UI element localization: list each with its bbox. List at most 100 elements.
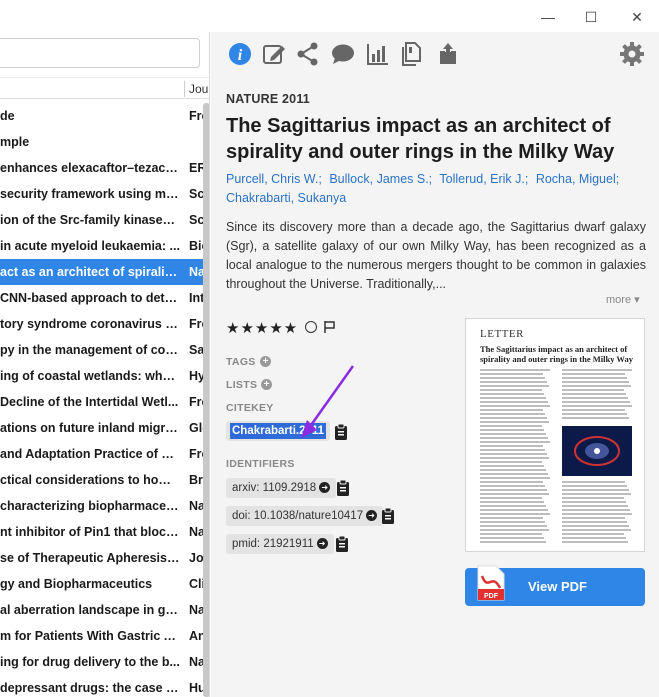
list-item-title: and Adaptation Practice of a ... bbox=[0, 447, 180, 461]
comment-icon[interactable] bbox=[330, 41, 356, 67]
arxiv-identifier-chip[interactable]: arxiv: 1109.2918 ➜ bbox=[226, 478, 337, 498]
list-item-title: ing for drug delivery to the b... bbox=[0, 655, 180, 669]
thumbnail-section-label: LETTER bbox=[480, 328, 524, 340]
abstract-text: Since its discovery more than a decade a… bbox=[226, 220, 646, 291]
minimize-button[interactable]: — bbox=[536, 5, 560, 29]
list-item[interactable]: enhances elexacaftor–tezacaf... ER bbox=[0, 155, 209, 181]
doi-identifier-chip[interactable]: doi: 10.1038/nature10417 ➜ bbox=[226, 506, 384, 526]
list-item[interactable]: characterizing biopharmaceut... Na bbox=[0, 493, 209, 519]
lists-label: LISTS bbox=[226, 379, 258, 391]
thumbnail-text-line bbox=[480, 417, 547, 419]
share-icon[interactable] bbox=[295, 41, 321, 67]
thumbnail-text-line bbox=[562, 389, 624, 391]
thumbnail-text-line bbox=[562, 505, 628, 507]
list-item[interactable]: tory syndrome coronavirus in ...Fro bbox=[0, 311, 209, 337]
thumbnail-text-line bbox=[562, 385, 631, 387]
add-tag-plus-icon[interactable]: + bbox=[260, 356, 271, 367]
author-link[interactable]: Bullock, James S.; bbox=[329, 172, 432, 186]
list-scrollbar[interactable] bbox=[203, 103, 209, 697]
list-item[interactable]: al aberration landscape in gast... Na bbox=[0, 597, 209, 623]
pdf-thumbnail[interactable]: LETTER The Sagittarius impact as an arch… bbox=[465, 318, 645, 552]
list-item[interactable]: ion of the Src-family kinases F...Sci bbox=[0, 207, 209, 233]
info-icon[interactable]: i bbox=[227, 41, 253, 67]
thumbnail-text-line bbox=[480, 485, 545, 487]
thumbnail-text-line bbox=[562, 417, 629, 419]
thumbnail-text-line bbox=[480, 425, 542, 427]
svg-text:i: i bbox=[238, 47, 243, 64]
open-link-arrow-icon[interactable]: ➜ bbox=[316, 538, 328, 550]
view-pdf-button[interactable]: PDF View PDF bbox=[465, 565, 645, 606]
author-list: Purcell, Chris W.; Bullock, James S.; To… bbox=[226, 170, 646, 208]
list-item[interactable]: py in the management of coro... Sa bbox=[0, 337, 209, 363]
list-item[interactable]: nt inhibitor of Pin1 that block... Na bbox=[0, 519, 209, 545]
svg-text:PDF: PDF bbox=[484, 593, 499, 600]
add-list-plus-icon[interactable]: + bbox=[261, 379, 272, 390]
author-link[interactable]: Tollerud, Erik J.; bbox=[439, 172, 528, 186]
author-link[interactable]: Purcell, Chris W.; bbox=[226, 172, 322, 186]
list-item[interactable]: m for Patients With Gastric Ad... An bbox=[0, 623, 209, 649]
thumbnail-text-line bbox=[480, 445, 543, 447]
paper-title: The Sagittarius impact as an architect o… bbox=[226, 115, 615, 163]
settings-gear-icon[interactable] bbox=[619, 41, 645, 67]
list-column-header: Jour bbox=[0, 77, 209, 99]
copy-arxiv-clipboard-icon[interactable] bbox=[335, 479, 351, 497]
open-link-arrow-icon[interactable]: ➜ bbox=[319, 482, 331, 494]
thumbnail-text-line bbox=[562, 413, 627, 415]
search-input[interactable] bbox=[0, 38, 200, 68]
list-item[interactable]: ing of coastal wetlands: what i... Hy bbox=[0, 363, 209, 389]
open-link-arrow-icon[interactable]: ➜ bbox=[366, 510, 378, 522]
list-item[interactable]: in acute myeloid leukaemia: ...Bio bbox=[0, 233, 209, 259]
list-item[interactable]: se of Therapeutic Apheresis in...Jou bbox=[0, 545, 209, 571]
list-item-title: in acute myeloid leukaemia: ... bbox=[0, 239, 180, 253]
list-item[interactable]: act as an architect of spirality ... Na bbox=[0, 259, 209, 285]
thumbnail-text-line bbox=[480, 457, 549, 459]
list-item[interactable]: gy and Biopharmaceutics Cli bbox=[0, 571, 209, 597]
list-item[interactable]: ations on future inland migrat...Glo bbox=[0, 415, 209, 441]
column-separator[interactable] bbox=[184, 81, 185, 97]
thumbnail-text-line bbox=[562, 521, 627, 523]
thumbnail-text-line bbox=[480, 493, 549, 495]
list-item[interactable]: Decline of the Intertidal Wetl...Fro bbox=[0, 389, 209, 415]
pmid-identifier-chip[interactable]: pmid: 21921911 ➜ bbox=[226, 534, 334, 554]
thumbnail-text-line bbox=[480, 397, 546, 399]
thumbnail-text-line bbox=[562, 369, 632, 371]
list-item-title: Decline of the Intertidal Wetl... bbox=[0, 395, 179, 409]
edit-icon[interactable] bbox=[261, 41, 287, 67]
list-item[interactable]: ctical considerations to home...Bra bbox=[0, 467, 209, 493]
list-item[interactable]: depressant drugs: the case of ... Hu bbox=[0, 675, 209, 697]
close-button[interactable]: ✕ bbox=[625, 5, 649, 29]
more-toggle[interactable]: more ▾ bbox=[606, 293, 640, 306]
files-icon[interactable] bbox=[400, 41, 426, 67]
read-status-circle-icon[interactable] bbox=[305, 321, 317, 333]
list-item[interactable]: mple bbox=[0, 129, 209, 155]
export-icon[interactable] bbox=[435, 41, 461, 67]
rating-stars[interactable]: ★★★★★ bbox=[226, 319, 298, 337]
column-journal-header[interactable]: Jour bbox=[189, 82, 209, 96]
list-item[interactable]: deFro bbox=[0, 103, 209, 129]
list-item[interactable]: security framework using mul...Sci bbox=[0, 181, 209, 207]
thumbnail-text-line bbox=[562, 409, 625, 411]
thumbnail-text-line bbox=[562, 381, 629, 383]
author-link[interactable]: Rocha, Miguel; bbox=[536, 172, 619, 186]
tags-label: TAGS bbox=[226, 356, 256, 368]
copy-pmid-clipboard-icon[interactable] bbox=[334, 535, 350, 553]
thumbnail-text-line bbox=[480, 453, 547, 455]
author-link[interactable]: Chakrabarti, Sukanya bbox=[226, 191, 346, 205]
list-item-title: ations on future inland migrat... bbox=[0, 421, 180, 435]
maximize-button[interactable]: ☐ bbox=[579, 5, 603, 29]
thumbnail-text-line bbox=[480, 413, 545, 415]
thumbnail-text-line bbox=[480, 381, 547, 383]
thumbnail-text-line bbox=[562, 509, 630, 511]
thumbnail-text-line bbox=[480, 461, 542, 463]
flag-icon[interactable] bbox=[322, 320, 336, 334]
copy-doi-clipboard-icon[interactable] bbox=[380, 507, 396, 525]
thumbnail-text-line bbox=[480, 385, 549, 387]
chart-icon[interactable] bbox=[365, 41, 391, 67]
list-item[interactable]: and Adaptation Practice of a ...Fro bbox=[0, 441, 209, 467]
list-item[interactable]: CNN-based approach to detec... Int bbox=[0, 285, 209, 311]
detail-panel: i NATURE 2011 The Sagittarius impact as … bbox=[211, 32, 659, 697]
thumbnail-text-line bbox=[480, 501, 544, 503]
thumbnail-text-line bbox=[480, 541, 546, 543]
list-item-title: al aberration landscape in gast... bbox=[0, 603, 180, 617]
list-item[interactable]: ing for drug delivery to the b... Na bbox=[0, 649, 209, 675]
